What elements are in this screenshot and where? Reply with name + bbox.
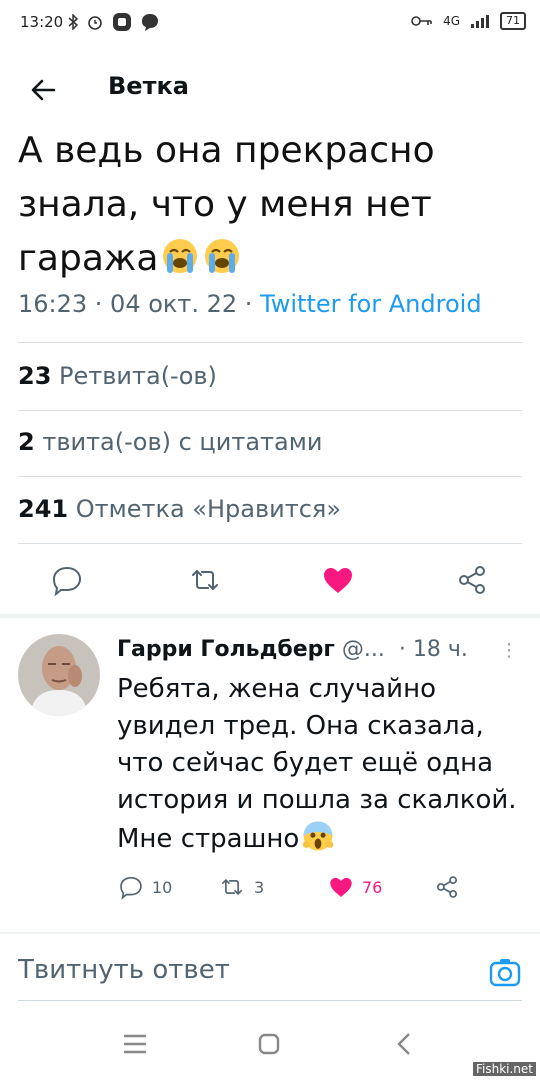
status-left-icons	[68, 12, 160, 32]
tweet-meta: 16:23 · 04 окт. 22 · Twitter for Android	[18, 290, 482, 318]
share-icon[interactable]	[455, 563, 489, 597]
app-notification-icon	[113, 13, 131, 31]
compose-underline	[18, 1000, 522, 1001]
reply-retweets-count: 3	[254, 877, 265, 897]
reply-author-handle[interactable]: @...	[342, 637, 385, 662]
reply-separator-dot: ·	[398, 637, 406, 662]
more-options-icon[interactable]: ⋮	[500, 640, 518, 661]
avatar[interactable]	[18, 634, 100, 716]
watermark: Fishki.net	[472, 1062, 536, 1076]
back-icon[interactable]	[396, 1031, 412, 1057]
status-bar: 13:20 4G 71	[0, 0, 540, 46]
tweet-text: А ведь она прекрасно знала, что у меня н…	[18, 124, 528, 286]
tweet-source-link[interactable]: Twitter for Android	[260, 290, 481, 318]
screaming-face-emoji	[302, 821, 334, 851]
message-icon	[142, 14, 158, 31]
reply-header: Гарри Гольдберг @... · 18 ч.	[117, 637, 468, 662]
like-icon[interactable]	[321, 563, 355, 597]
status-time: 13:20	[20, 13, 64, 31]
camera-icon[interactable]	[488, 955, 522, 989]
reply-retweet-button[interactable]: 3	[218, 872, 264, 902]
reply-icon	[120, 876, 142, 900]
crying-face-emoji	[163, 239, 198, 273]
divider	[18, 342, 522, 343]
reply-compose-input[interactable]: Твитнуть ответ	[18, 955, 230, 985]
network-type: 4G	[443, 14, 460, 28]
share-icon	[436, 876, 458, 898]
divider	[18, 410, 522, 411]
battery-level: 71	[500, 12, 526, 30]
quotes-count: 2	[18, 428, 35, 456]
signal-icon	[471, 15, 489, 28]
quotes-label: твита(-ов) с цитатами	[42, 428, 323, 456]
reply-share-button[interactable]	[434, 872, 460, 902]
retweet-icon[interactable]	[188, 563, 222, 597]
bluetooth-icon	[68, 14, 78, 30]
reply-like-button[interactable]: 76	[328, 872, 382, 902]
quotes-stat[interactable]: 2 твита(-ов) с цитатами	[18, 428, 322, 456]
likes-label: Отметка «Нравится»	[75, 495, 342, 523]
page-title: Ветка	[108, 72, 189, 100]
retweet-icon	[221, 878, 243, 896]
divider	[18, 476, 522, 477]
reply-icon[interactable]	[50, 563, 84, 597]
divider	[18, 543, 522, 544]
reply-author-name[interactable]: Гарри Гольдберг	[117, 637, 335, 662]
section-separator	[0, 614, 540, 618]
home-icon[interactable]	[257, 1032, 281, 1056]
reply-likes-count: 76	[362, 877, 383, 897]
alarm-icon	[88, 16, 102, 30]
crying-face-emoji	[205, 239, 240, 273]
reply-replies-count: 10	[152, 877, 173, 897]
like-icon	[330, 877, 352, 897]
reply-text: Ребята, жена случайно увидел тред. Она с…	[117, 671, 527, 858]
status-right-icons: 4G 71	[411, 12, 526, 30]
reply-time: 18 ч.	[412, 637, 468, 662]
retweets-count: 23	[18, 362, 52, 390]
tweet-timestamp: 16:23 · 04 окт. 22 ·	[18, 290, 261, 318]
system-nav-bar	[0, 1015, 540, 1080]
section-separator	[0, 932, 540, 934]
likes-count: 241	[18, 495, 69, 523]
key-icon	[411, 16, 432, 26]
retweets-stat[interactable]: 23 Ретвита(-ов)	[18, 362, 217, 390]
retweets-label: Ретвита(-ов)	[59, 362, 217, 390]
header: Ветка	[0, 62, 540, 114]
back-arrow-icon[interactable]	[26, 72, 62, 108]
reply-reply-button[interactable]: 10	[118, 872, 172, 902]
likes-stat[interactable]: 241 Отметка «Нравится»	[18, 495, 341, 523]
menu-icon[interactable]	[122, 1033, 148, 1055]
